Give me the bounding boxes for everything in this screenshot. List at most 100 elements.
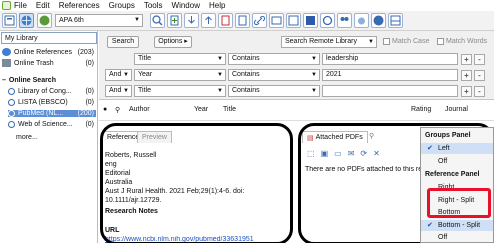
save-icon[interactable]: ▣ bbox=[321, 149, 329, 158]
research-notes-label: Research Notes bbox=[105, 208, 158, 215]
menu-item-reference-off[interactable]: Off bbox=[421, 232, 493, 243]
check-icon: ✔ bbox=[427, 145, 433, 152]
match-words-checkbox[interactable]: Match Words bbox=[437, 38, 487, 45]
column-title[interactable]: Title bbox=[223, 106, 236, 113]
source-field[interactable]: Aust J Rural Health. 2021 Feb;29(1):4-6.… bbox=[105, 188, 244, 195]
online-library-button[interactable] bbox=[354, 13, 369, 28]
more-link[interactable]: more... bbox=[16, 134, 76, 141]
menu-edit[interactable]: Edit bbox=[36, 1, 50, 10]
search-field-select[interactable]: Title ▼ bbox=[134, 85, 226, 97]
reference-panel: Reference Preview Roberts, Russell eng E… bbox=[99, 121, 295, 243]
attachment-icon[interactable]: ⚲ bbox=[115, 106, 120, 114]
online-search-label: Web of Science... bbox=[18, 121, 73, 128]
insert-citation-button[interactable] bbox=[269, 13, 284, 28]
menu-item-reference-bottom-split[interactable]: ✔ Bottom - Split bbox=[421, 220, 493, 231]
search-icon bbox=[8, 88, 15, 95]
open-link-button[interactable] bbox=[252, 13, 267, 28]
online-search-label: Online Search bbox=[8, 77, 56, 84]
search-term-input[interactable]: 2021 bbox=[322, 69, 458, 81]
menu-tools[interactable]: Tools bbox=[144, 1, 163, 10]
language-field[interactable]: eng bbox=[105, 161, 117, 168]
search-field-select[interactable]: Year ▼ bbox=[134, 69, 226, 81]
add-row-button[interactable]: + bbox=[461, 70, 472, 81]
checkbox[interactable] bbox=[383, 38, 390, 45]
sync-button[interactable] bbox=[320, 13, 335, 28]
rotate-icon[interactable]: ⟳ bbox=[360, 149, 367, 158]
pdf-icon bbox=[238, 15, 247, 26]
search-operator-select[interactable]: Contains ▼ bbox=[228, 69, 320, 81]
add-row-button[interactable]: + bbox=[461, 86, 472, 97]
group-online-references[interactable]: Online References (203) bbox=[2, 48, 96, 56]
layout-button[interactable] bbox=[388, 13, 403, 28]
menu-groups[interactable]: Groups bbox=[109, 1, 135, 10]
checkbox[interactable] bbox=[437, 38, 444, 45]
column-author[interactable]: Author bbox=[129, 106, 150, 113]
return-to-word-button[interactable] bbox=[303, 13, 318, 28]
groups-panel-header: Groups Panel bbox=[425, 132, 471, 139]
print-icon[interactable]: ▭ bbox=[334, 149, 342, 158]
search-button[interactable]: Search bbox=[107, 36, 139, 48]
my-library-header[interactable]: My Library bbox=[1, 32, 97, 44]
tab-attached-pdfs[interactable]: ▤ Attached PDFs bbox=[302, 131, 368, 143]
search-operator-select[interactable]: Contains ▼ bbox=[228, 85, 320, 97]
column-year[interactable]: Year bbox=[194, 106, 208, 113]
remove-row-button[interactable]: - bbox=[474, 70, 485, 81]
tab-preview[interactable]: Preview bbox=[137, 131, 172, 143]
import-button[interactable] bbox=[184, 13, 199, 28]
remove-row-button[interactable]: - bbox=[474, 86, 485, 97]
export-button[interactable] bbox=[201, 13, 216, 28]
style-select[interactable]: APA 6th ▼ bbox=[55, 14, 143, 27]
country-field[interactable]: Australia bbox=[105, 179, 132, 186]
column-rating[interactable]: Rating bbox=[411, 106, 431, 113]
delete-icon[interactable]: ✕ bbox=[373, 149, 380, 158]
read-status-icon[interactable]: ● bbox=[103, 106, 107, 113]
menu-window[interactable]: Window bbox=[172, 1, 200, 10]
menu-item-groups-off[interactable]: Off bbox=[421, 156, 493, 167]
share-button[interactable] bbox=[337, 13, 352, 28]
boolean-select[interactable]: And ▼ bbox=[105, 69, 132, 81]
paperclip-icon[interactable]: ⚲ bbox=[369, 132, 374, 140]
new-reference-button[interactable] bbox=[167, 13, 182, 28]
group-label: Online References bbox=[14, 48, 72, 56]
url-link[interactable]: https://www.ncbi.nlm.nih.gov/pubmed/3363… bbox=[105, 236, 285, 243]
online-search-library-of-congress[interactable]: Library of Cong... (0) bbox=[8, 88, 96, 95]
integrated-mode-button[interactable] bbox=[37, 13, 52, 28]
search-operator-select[interactable]: Contains ▼ bbox=[228, 53, 320, 65]
toolbar: APA 6th ▼ bbox=[0, 11, 494, 31]
column-journal[interactable]: Journal bbox=[445, 106, 468, 113]
open-pdf-button[interactable] bbox=[235, 13, 250, 28]
format-bibliography-button[interactable] bbox=[286, 13, 301, 28]
online-search-header[interactable]: – Online Search bbox=[2, 77, 96, 84]
local-library-button[interactable] bbox=[2, 13, 17, 28]
match-case-checkbox[interactable]: Match Case bbox=[383, 38, 429, 45]
open-pdf-icon[interactable]: ⬚ bbox=[307, 149, 315, 158]
remote-library-select[interactable]: Search Remote Library ▼ bbox=[281, 36, 377, 48]
search-field-select[interactable]: Title ▼ bbox=[134, 53, 226, 65]
menu-help[interactable]: Help bbox=[209, 1, 225, 10]
email-icon[interactable]: ✉ bbox=[348, 149, 355, 158]
online-search-pubmed[interactable]: PubMed (NL... (200) bbox=[8, 110, 96, 117]
type-field[interactable]: Editorial bbox=[105, 170, 130, 177]
menu-file[interactable]: File bbox=[14, 1, 27, 10]
collapse-icon[interactable]: – bbox=[2, 77, 6, 84]
options-button[interactable]: Options ▸ bbox=[154, 36, 192, 48]
layout-menu: Groups Panel ✔ Left Off Reference Panel R… bbox=[420, 127, 494, 243]
online-search-mode-button[interactable] bbox=[19, 13, 34, 28]
online-search-count: (0) bbox=[85, 88, 94, 95]
boolean-select[interactable]: And ▼ bbox=[105, 85, 132, 97]
help-button[interactable] bbox=[371, 13, 386, 28]
menu-references[interactable]: References bbox=[59, 1, 100, 10]
chevron-down-icon: ▼ bbox=[368, 39, 374, 45]
online-search-lista[interactable]: LISTA (EBSCO) (0) bbox=[8, 99, 96, 106]
remove-row-button[interactable]: - bbox=[474, 54, 485, 65]
add-row-button[interactable]: + bbox=[461, 54, 472, 65]
author-field[interactable]: Roberts, Russell bbox=[105, 152, 156, 159]
group-online-trash[interactable]: Online Trash (0) bbox=[2, 59, 96, 67]
online-search-web-of-science[interactable]: Web of Science... (0) bbox=[8, 121, 96, 128]
online-search-button[interactable] bbox=[150, 13, 165, 28]
search-term-input[interactable]: leadership bbox=[322, 53, 458, 65]
search-term-input[interactable] bbox=[322, 85, 458, 97]
find-fulltext-button[interactable] bbox=[218, 13, 233, 28]
menu-item-groups-left[interactable]: ✔ Left bbox=[421, 143, 493, 154]
doi-field[interactable]: 10.1111/ajr.12729. bbox=[105, 197, 161, 204]
